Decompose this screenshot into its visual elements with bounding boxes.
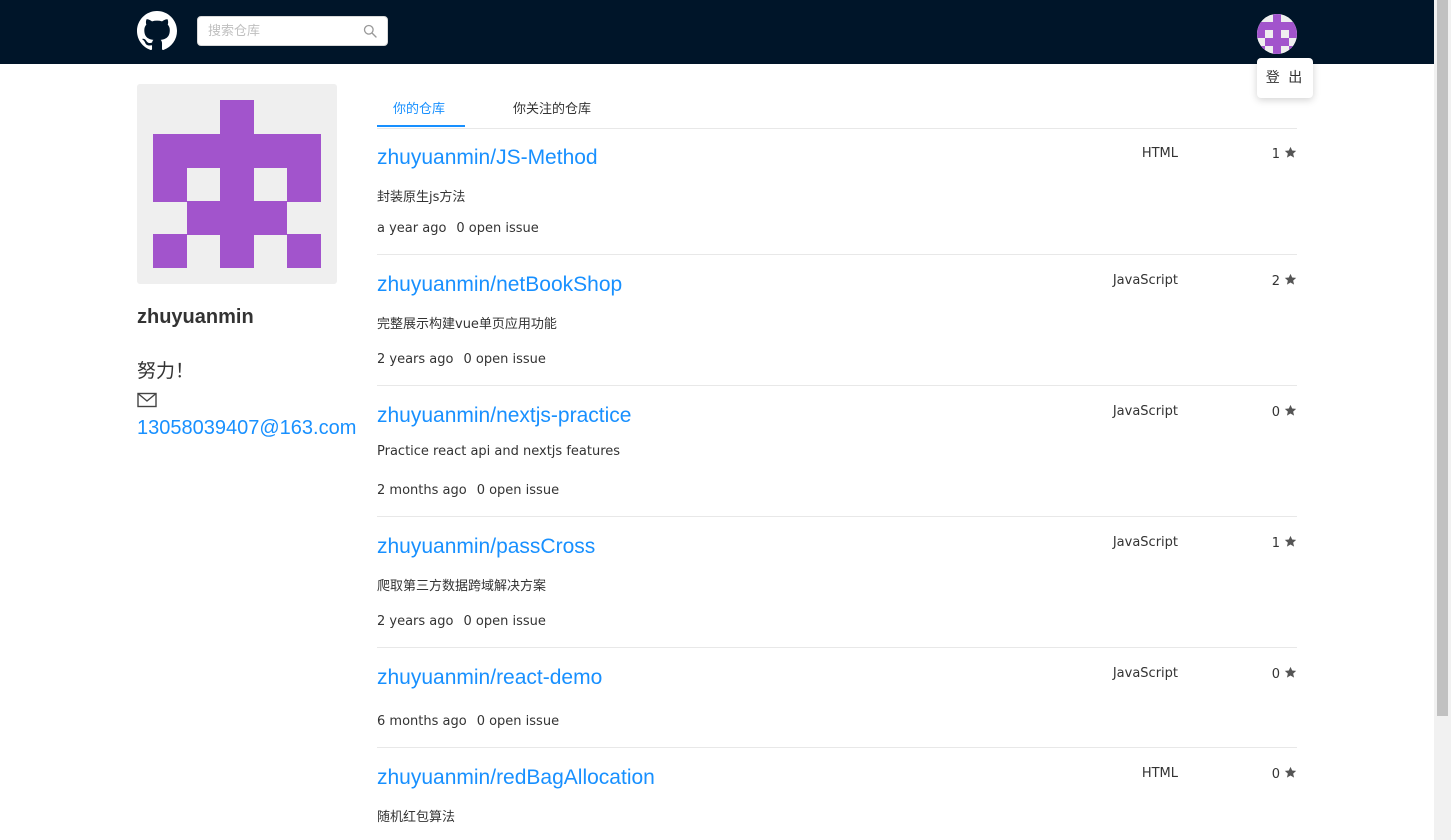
search-icon[interactable] (363, 24, 377, 38)
top-header (0, 0, 1451, 64)
repo-updated: 2 years ago (377, 614, 454, 629)
repo-description: 封装原生js方法 (377, 190, 466, 205)
repo-name-link[interactable]: zhuyuanmin/JS-Method (377, 146, 598, 170)
profile-username: zhuyuanmin (137, 306, 254, 328)
repo-name-link[interactable]: zhuyuanmin/redBagAllocation (377, 766, 655, 790)
star-icon (1284, 146, 1297, 158)
repo-issues: 0 open issue (463, 352, 546, 367)
star-count: 1 (1271, 536, 1280, 551)
repo-stars: 0 (1272, 666, 1297, 682)
repo-meta: 2 years ago 0 open issue (377, 352, 546, 367)
repo-language: JavaScript (1112, 535, 1178, 550)
repo-description: 完整展示构建vue单页应用功能 (377, 317, 557, 332)
repo-issues: 0 open issue (476, 483, 560, 498)
profile-email-link[interactable]: 13058039407@163.com (137, 417, 356, 440)
repo-item: zhuyuanmin/react-demo 6 months ago 0 open… (377, 648, 1297, 748)
repo-item: zhuyuanmin/redBagAllocation 随机红包算法 HTML … (377, 748, 1297, 840)
repo-tabs: 你的仓库 你关注的仓库 (377, 84, 1297, 129)
repo-updated: 2 years ago (377, 352, 454, 367)
mail-icon (137, 392, 157, 408)
star-count: 0 (1271, 667, 1280, 682)
repo-name-link[interactable]: zhuyuanmin/passCross (377, 535, 595, 559)
star-count: 0 (1271, 405, 1280, 420)
tab-your-repos[interactable]: 你的仓库 (393, 98, 445, 117)
profile-avatar (137, 84, 337, 284)
repo-updated: a year ago (377, 221, 447, 236)
repo-language: JavaScript (1112, 273, 1178, 288)
repo-stars: 0 (1272, 404, 1297, 420)
repo-stars: 1 (1272, 146, 1297, 162)
repo-language: JavaScript (1112, 666, 1178, 681)
star-count: 0 (1271, 767, 1280, 782)
repo-item: zhuyuanmin/netBookShop 完整展示构建vue单页应用功能 2… (377, 255, 1297, 386)
search-input[interactable] (208, 17, 358, 45)
repo-stars: 0 (1272, 766, 1297, 782)
identicon-icon (153, 100, 321, 268)
repo-issues: 0 open issue (463, 614, 546, 629)
star-icon (1284, 535, 1297, 547)
repo-meta: 6 months ago 0 open issue (377, 714, 559, 729)
repo-description: 随机红包算法 (377, 810, 456, 825)
search-box (197, 16, 388, 46)
repo-name-link[interactable]: zhuyuanmin/react-demo (377, 666, 602, 690)
repo-language: JavaScript (1112, 404, 1178, 419)
github-logo-icon[interactable] (137, 11, 177, 51)
repo-issues: 0 open issue (456, 221, 539, 236)
repo-meta: a year ago 0 open issue (377, 221, 539, 236)
repo-item: zhuyuanmin/passCross 爬取第三方数据跨域解决方案 2 yea… (377, 517, 1297, 648)
star-icon (1284, 404, 1297, 416)
user-avatar[interactable] (1257, 14, 1297, 54)
repo-description: 爬取第三方数据跨域解决方案 (377, 579, 547, 594)
repo-item: zhuyuanmin/JS-Method 封装原生js方法 a year ago… (377, 128, 1297, 255)
page-scrollbar-thumb[interactable] (1437, 0, 1448, 716)
repo-stars: 2 (1272, 273, 1297, 289)
star-count: 1 (1271, 147, 1280, 162)
active-tab-indicator (377, 125, 465, 127)
repo-stars: 1 (1272, 535, 1297, 551)
star-icon (1284, 666, 1297, 678)
identicon-icon (1257, 14, 1297, 54)
repo-meta: 2 months ago 0 open issue (377, 483, 559, 498)
repo-issues: 0 open issue (476, 714, 560, 729)
repo-updated: 2 months ago (377, 483, 467, 498)
repo-meta: 2 years ago 0 open issue (377, 614, 546, 629)
star-icon (1284, 273, 1297, 285)
repo-language: HTML (1141, 766, 1178, 781)
star-count: 2 (1271, 274, 1280, 289)
star-icon (1284, 766, 1297, 778)
tab-watched-repos[interactable]: 你关注的仓库 (513, 98, 591, 117)
repo-updated: 6 months ago (377, 714, 467, 729)
repo-item: zhuyuanmin/nextjs-practice Practice reac… (377, 386, 1297, 517)
profile-bio: 努力！ (137, 360, 195, 382)
repo-name-link[interactable]: zhuyuanmin/netBookShop (377, 273, 622, 297)
repo-language: HTML (1141, 146, 1178, 161)
repo-name-link[interactable]: zhuyuanmin/nextjs-practice (377, 404, 631, 428)
repo-description: Practice react api and nextjs features (377, 444, 621, 459)
